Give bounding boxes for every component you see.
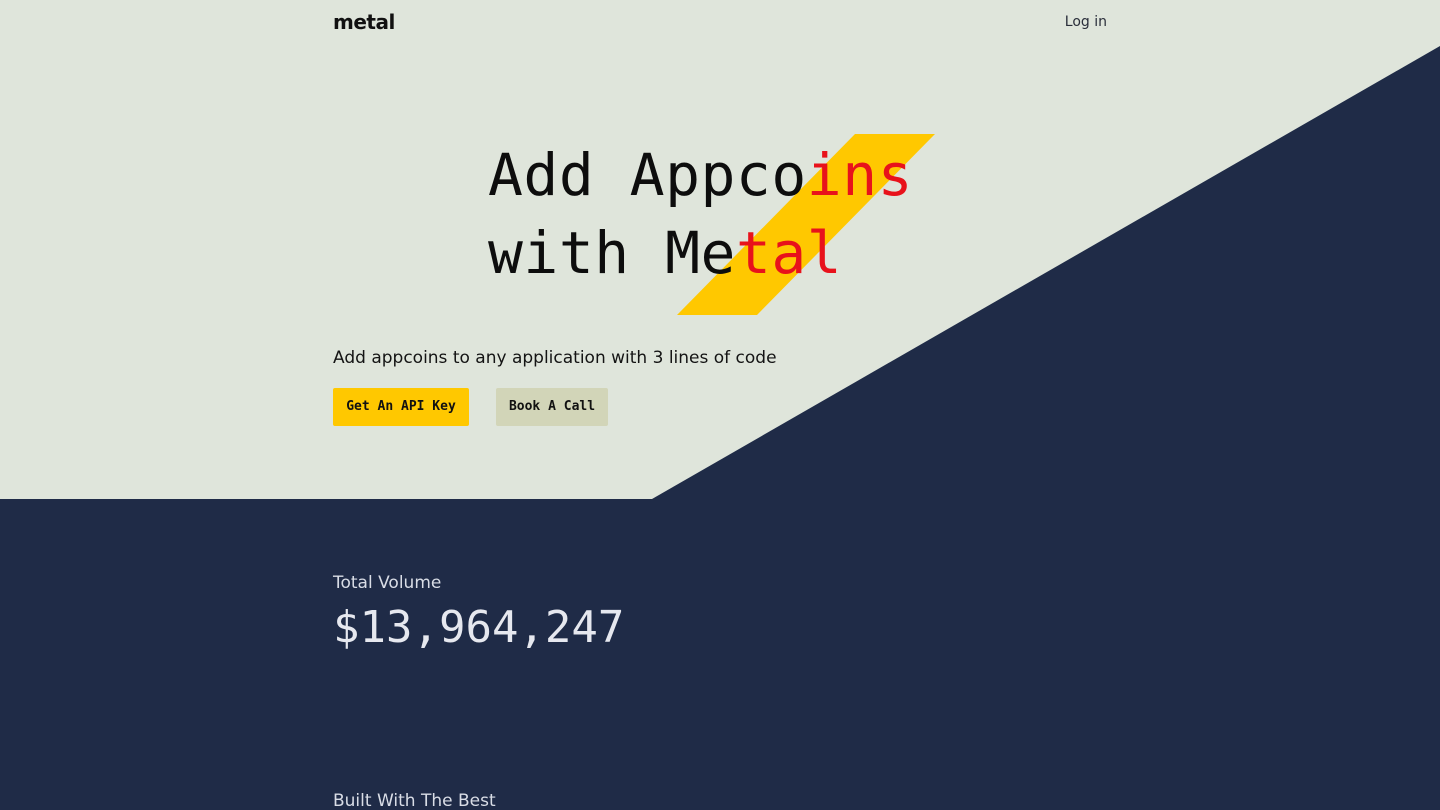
hero-title-line-1-accent: ins (806, 141, 914, 209)
hero-title-line-2: with Metal (488, 214, 913, 292)
hero-title-line-2-text: with Me (488, 219, 736, 287)
total-volume-value: $13,964,247 (333, 602, 625, 653)
book-a-call-button[interactable]: Book A Call (496, 388, 608, 426)
hero-title: Add Appcoins with Metal (488, 136, 913, 292)
hero-title-line-2-accent: tal (735, 219, 843, 287)
yellow-slash-decoration (677, 134, 935, 315)
total-volume-label: Total Volume (333, 573, 442, 593)
hero-subtitle: Add appcoins to any application with 3 l… (333, 348, 777, 368)
get-api-key-button[interactable]: Get An API Key (333, 388, 469, 426)
built-with-heading: Built With The Best (333, 791, 496, 810)
hero-title-line-1-text: Add Appco (488, 141, 807, 209)
hero-title-line-1: Add Appcoins (488, 136, 913, 214)
